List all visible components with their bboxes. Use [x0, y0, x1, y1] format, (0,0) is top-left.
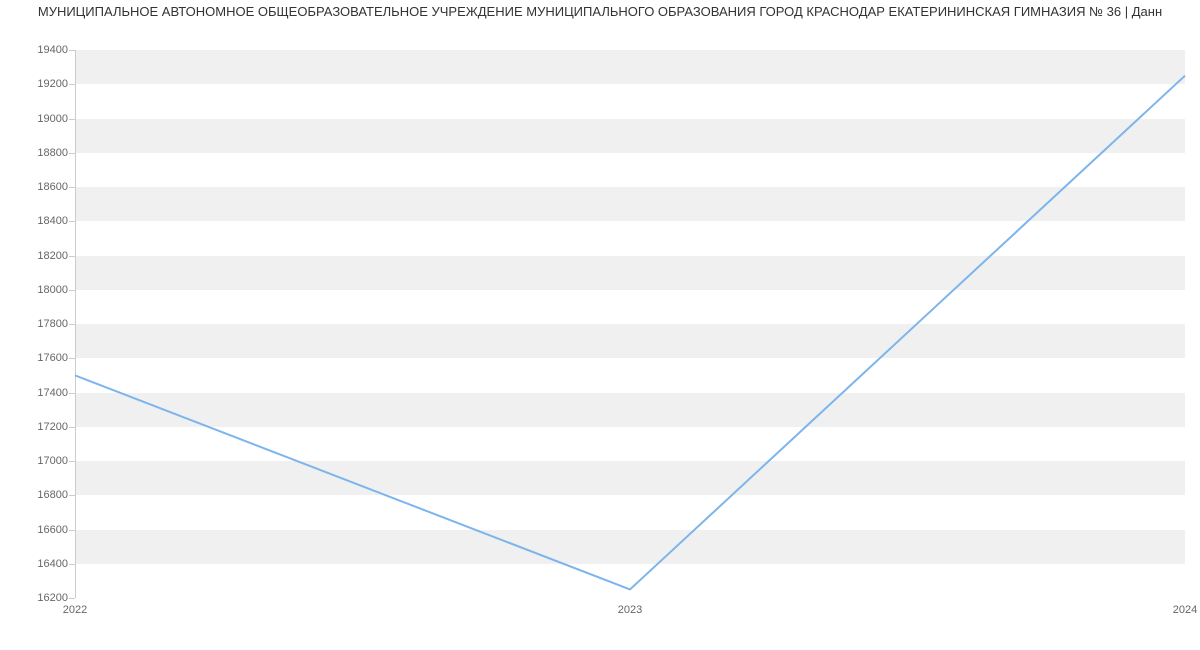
y-axis-label: 16400 [37, 558, 68, 570]
y-axis-label: 18600 [37, 181, 68, 193]
y-axis-label: 19200 [37, 78, 68, 90]
line-series-svg [75, 50, 1185, 598]
y-axis-label: 16600 [37, 524, 68, 536]
y-axis-label: 18400 [37, 215, 68, 227]
chart-container: МУНИЦИПАЛЬНОЕ АВТОНОМНОЕ ОБЩЕОБРАЗОВАТЕЛ… [0, 0, 1200, 650]
data-line [75, 76, 1185, 590]
y-axis-label: 17600 [37, 352, 68, 364]
plot-area [75, 50, 1185, 598]
y-axis-label: 19000 [37, 113, 68, 125]
y-axis-label: 17400 [37, 387, 68, 399]
y-axis-label: 18000 [37, 284, 68, 296]
y-axis-label: 18200 [37, 250, 68, 262]
y-axis-label: 17800 [37, 318, 68, 330]
y-axis-label: 17000 [37, 455, 68, 467]
y-axis-label: 16800 [37, 489, 68, 501]
x-axis-label: 2024 [1173, 604, 1197, 616]
y-axis-label: 19400 [37, 44, 68, 56]
x-axis-label: 2023 [618, 604, 642, 616]
y-axis-label: 17200 [37, 421, 68, 433]
x-axis-label: 2022 [63, 604, 87, 616]
y-axis-label: 18800 [37, 147, 68, 159]
chart-title: МУНИЦИПАЛЬНОЕ АВТОНОМНОЕ ОБЩЕОБРАЗОВАТЕЛ… [38, 4, 1162, 19]
y-tick [69, 598, 75, 599]
y-axis-label: 16200 [37, 592, 68, 604]
